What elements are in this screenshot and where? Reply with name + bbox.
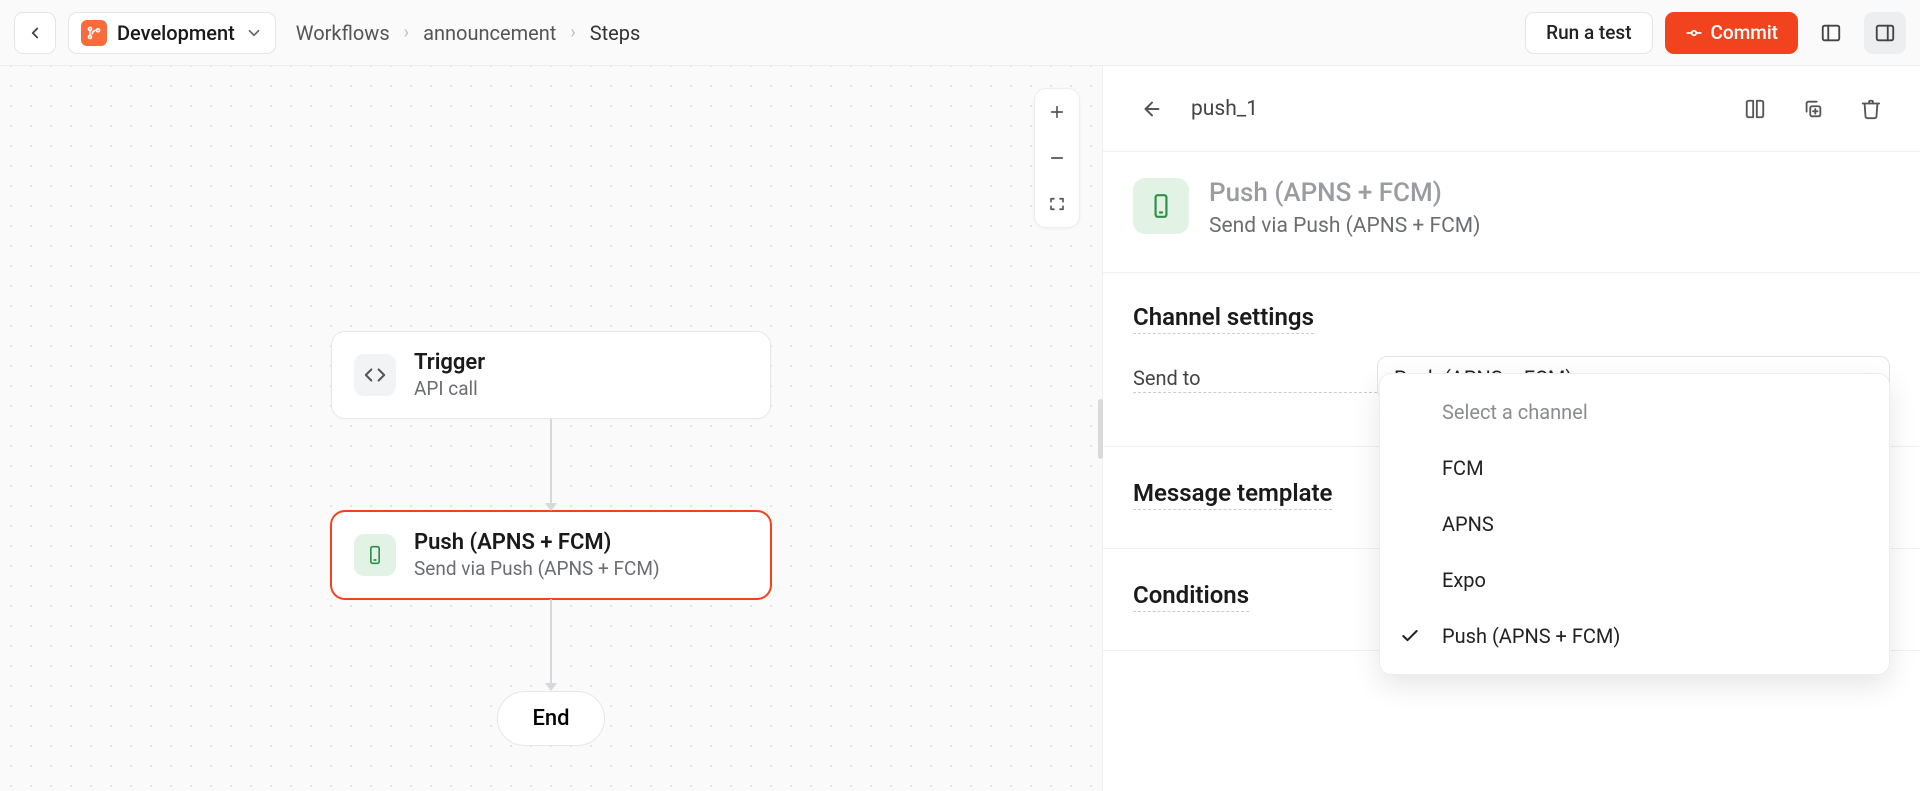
chevron-left-icon bbox=[26, 24, 44, 42]
zoom-out-button[interactable] bbox=[1035, 135, 1079, 181]
end-node[interactable]: End bbox=[497, 691, 604, 746]
chevron-right-icon: › bbox=[570, 22, 575, 43]
zoom-controls bbox=[1034, 88, 1080, 228]
option-expo[interactable]: Expo bbox=[1380, 552, 1889, 608]
top-bar: Development Workflows › announcement › S… bbox=[0, 0, 1920, 66]
duplicate-button[interactable] bbox=[1794, 90, 1832, 128]
hero-text: Push (APNS + FCM) Send via Push (APNS + … bbox=[1209, 178, 1480, 238]
send-to-label: Send to bbox=[1133, 366, 1377, 393]
copy-icon bbox=[1802, 98, 1824, 120]
breadcrumb-workflows[interactable]: Workflows bbox=[296, 21, 390, 45]
trigger-subtitle: API call bbox=[414, 377, 485, 400]
push-node-text: Push (APNS + FCM) Send via Push (APNS + … bbox=[414, 530, 660, 580]
workflow-canvas[interactable]: Trigger API call Push (APNS + FCM) Send … bbox=[0, 66, 1103, 791]
back-button[interactable] bbox=[14, 12, 56, 54]
breadcrumb-steps[interactable]: Steps bbox=[590, 21, 641, 45]
phone-icon bbox=[1133, 178, 1189, 234]
trigger-title: Trigger bbox=[414, 350, 485, 375]
send-to-dropdown: Select a channel FCM APNS Expo Push (APN… bbox=[1379, 373, 1890, 675]
check-icon bbox=[1400, 626, 1420, 646]
push-title: Push (APNS + FCM) bbox=[414, 530, 660, 555]
fit-view-button[interactable] bbox=[1035, 181, 1079, 227]
chevron-down-icon bbox=[245, 24, 263, 42]
breadcrumb: Workflows › announcement › Steps bbox=[296, 21, 641, 45]
environment-selector[interactable]: Development bbox=[68, 12, 276, 54]
edge bbox=[550, 419, 552, 511]
minus-icon bbox=[1048, 149, 1066, 167]
docs-button[interactable] bbox=[1736, 90, 1774, 128]
option-fcm[interactable]: FCM bbox=[1380, 440, 1889, 496]
conditions-title: Conditions bbox=[1133, 581, 1249, 612]
option-push-apns-fcm[interactable]: Push (APNS + FCM) bbox=[1380, 608, 1889, 664]
commit-label: Commit bbox=[1711, 21, 1778, 44]
arrow-left-icon bbox=[1141, 98, 1163, 120]
workflow-flow: Trigger API call Push (APNS + FCM) Send … bbox=[331, 331, 771, 746]
panel-back-button[interactable] bbox=[1133, 90, 1171, 128]
phone-icon bbox=[354, 534, 396, 576]
trigger-node-text: Trigger API call bbox=[414, 350, 485, 400]
chevron-right-icon: › bbox=[404, 22, 409, 43]
push-subtitle: Send via Push (APNS + FCM) bbox=[414, 557, 660, 580]
delete-button[interactable] bbox=[1852, 90, 1890, 128]
step-panel: push_1 Push (APNS + FCM) Send via Push (… bbox=[1103, 66, 1920, 791]
zoom-in-button[interactable] bbox=[1035, 89, 1079, 135]
environment-label: Development bbox=[117, 21, 235, 45]
right-panel-toggle[interactable] bbox=[1864, 12, 1906, 54]
commit-button[interactable]: Commit bbox=[1665, 12, 1798, 54]
maximize-icon bbox=[1048, 195, 1066, 213]
edge bbox=[550, 599, 552, 691]
message-template-title: Message template bbox=[1133, 479, 1332, 510]
step-key: push_1 bbox=[1191, 97, 1716, 121]
commit-icon bbox=[1685, 24, 1703, 42]
sidebar-left-icon bbox=[1820, 22, 1842, 44]
trigger-node[interactable]: Trigger API call bbox=[331, 331, 771, 419]
push-node[interactable]: Push (APNS + FCM) Send via Push (APNS + … bbox=[331, 511, 771, 599]
channel-settings-section: Channel settings Send to Push (APNS + FC… bbox=[1103, 273, 1920, 447]
option-apns[interactable]: APNS bbox=[1380, 496, 1889, 552]
book-icon bbox=[1744, 98, 1766, 120]
main: Trigger API call Push (APNS + FCM) Send … bbox=[0, 66, 1920, 791]
panel-header: push_1 bbox=[1103, 66, 1920, 152]
run-test-button[interactable]: Run a test bbox=[1525, 12, 1652, 54]
channel-settings-title: Channel settings bbox=[1133, 303, 1314, 334]
left-panel-toggle[interactable] bbox=[1810, 12, 1852, 54]
breadcrumb-announcement[interactable]: announcement bbox=[423, 21, 556, 45]
trash-icon bbox=[1860, 98, 1882, 120]
panel-hero: Push (APNS + FCM) Send via Push (APNS + … bbox=[1103, 152, 1920, 273]
hero-title: Push (APNS + FCM) bbox=[1209, 178, 1480, 208]
sidebar-right-icon bbox=[1874, 22, 1896, 44]
plus-icon bbox=[1048, 103, 1066, 121]
code-icon bbox=[354, 354, 396, 396]
option-label: Push (APNS + FCM) bbox=[1442, 624, 1620, 648]
option-placeholder[interactable]: Select a channel bbox=[1380, 384, 1889, 440]
branch-icon bbox=[81, 20, 107, 46]
hero-subtitle: Send via Push (APNS + FCM) bbox=[1209, 214, 1480, 238]
